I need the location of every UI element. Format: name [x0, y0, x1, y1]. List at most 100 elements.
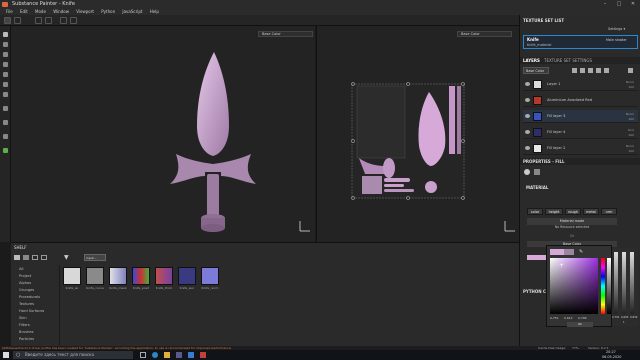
taskbar-search-input[interactable]: ○ Введите здесь текст для поиска — [13, 351, 133, 359]
layer-row[interactable]: Fill layer 2 Norm 100 — [523, 142, 638, 155]
material-channel-rough-button[interactable]: rough — [565, 208, 581, 215]
shelf-category-project[interactable]: Project — [19, 274, 31, 278]
shelf-item-knife-world[interactable] — [178, 267, 196, 285]
add-effect-icon[interactable] — [596, 68, 601, 73]
list-view-icon[interactable] — [41, 255, 47, 260]
edge-icon[interactable] — [152, 352, 158, 358]
smudge-icon[interactable] — [3, 72, 8, 77]
eye-icon[interactable] — [525, 114, 530, 118]
projection-icon[interactable] — [3, 52, 8, 57]
delete-layer-icon[interactable] — [628, 68, 633, 73]
eye-icon[interactable] — [525, 82, 530, 86]
view-mode-icon[interactable] — [3, 134, 8, 139]
explorer-icon[interactable] — [164, 352, 170, 358]
tab-layers[interactable]: LAYERS — [523, 58, 540, 63]
eye-icon[interactable] — [525, 146, 530, 150]
shelf-category-procedurals[interactable]: Procedurals — [19, 295, 40, 299]
shelf-search-input[interactable]: input... — [84, 254, 106, 261]
layer-name: Aluminium Anodized Red — [547, 98, 592, 102]
shelf-category-alphas[interactable]: Alphas — [19, 281, 31, 285]
add-folder-icon[interactable] — [604, 68, 609, 73]
shelf-category-hard-surfaces[interactable]: Hard Surfaces — [19, 309, 44, 313]
filter-icon[interactable]: ▼ — [64, 254, 69, 261]
task-view-icon[interactable] — [140, 352, 146, 358]
color-value-b[interactable]: 0,796 — [578, 316, 587, 320]
shelf-category-particles[interactable]: Particles — [19, 337, 34, 341]
shelf-category-skin[interactable]: Skin — [19, 316, 27, 320]
close-button[interactable]: ✕ — [626, 0, 640, 9]
geometry-fill-icon[interactable] — [3, 62, 8, 67]
viewport-3d[interactable]: Base Color — [11, 26, 315, 242]
layer-opacity[interactable]: 100 — [628, 81, 634, 94]
maximize-button[interactable]: □ — [612, 0, 626, 9]
shelf-category-grunges[interactable]: Grunges — [19, 288, 34, 292]
settings-icon[interactable] — [60, 17, 67, 24]
material-channel-color-button[interactable]: color — [527, 208, 543, 215]
alpha-slider[interactable] — [607, 258, 611, 314]
texture-set-item[interactable]: Knife Knife_material Main shader — [523, 35, 638, 49]
shelf-item-knife-normal[interactable] — [201, 267, 219, 285]
shelf-category-filters[interactable]: Filters — [19, 323, 30, 327]
store-icon[interactable] — [176, 352, 182, 358]
clone-icon[interactable] — [3, 82, 8, 87]
active-mode-icon[interactable] — [3, 148, 8, 153]
shelf-category-textures[interactable]: Textures — [19, 302, 34, 306]
windows-start-icon[interactable] — [3, 352, 9, 358]
eyedropper-icon[interactable]: ✎ — [579, 249, 583, 255]
add-fill-layer-icon[interactable] — [572, 68, 577, 73]
layer-row[interactable]: Fill layer 4 Ovrl 100 — [523, 126, 638, 139]
shelf-item-knife-ao[interactable] — [63, 267, 81, 285]
value-slider-1[interactable] — [614, 252, 618, 314]
texture-set-settings-dropdown[interactable]: Settings ▾ — [608, 27, 625, 31]
bake-icon[interactable] — [70, 17, 77, 24]
color-picker-cursor-icon[interactable]: + — [559, 262, 564, 269]
polygon-fill-icon[interactable] — [3, 106, 8, 111]
hue-slider[interactable] — [601, 258, 605, 314]
add-layer-icon[interactable] — [580, 68, 585, 73]
material-picker-icon[interactable] — [3, 92, 8, 97]
shelf-item-knife-curvature[interactable] — [86, 267, 104, 285]
mail-icon[interactable] — [188, 352, 194, 358]
shelf-item-knife-thickness[interactable] — [155, 267, 173, 285]
measure-icon[interactable] — [3, 120, 8, 125]
color-picker-popup[interactable]: ✎ + 0,751 0,612 0,796 Ok — [546, 245, 612, 327]
layer-row[interactable]: Aluminium Anodized Red — [523, 94, 638, 107]
layout-split-icon[interactable] — [14, 17, 21, 24]
layer-row[interactable]: Fill layer 3 Norm 100 — [523, 110, 638, 123]
layers-channel-select[interactable]: Base Color — [523, 67, 549, 74]
add-mask-icon[interactable] — [588, 68, 593, 73]
value-slider-3[interactable] — [630, 252, 634, 314]
viewport-2d[interactable]: Base Color — [316, 26, 519, 242]
eraser-icon[interactable] — [3, 42, 8, 47]
shelf-item-knife-position[interactable] — [132, 267, 150, 285]
material-mode-field[interactable]: Material mode — [527, 218, 617, 225]
material-channel-nrm-button[interactable]: nrm — [601, 208, 617, 215]
saturation-value-field[interactable] — [550, 258, 598, 314]
image-icon[interactable] — [45, 17, 52, 24]
eye-icon[interactable] — [525, 98, 530, 102]
paint-brush-icon[interactable] — [3, 32, 8, 37]
camera-icon[interactable] — [35, 17, 42, 24]
material-channel-height-button[interactable]: height — [545, 208, 563, 215]
axis-gizmo-3d — [299, 221, 310, 232]
grid-layout-icon[interactable] — [4, 17, 11, 24]
shelf-category-all[interactable]: All — [19, 267, 23, 271]
color-value-g[interactable]: 0,612 — [564, 316, 573, 320]
shelf-category-brushes[interactable]: Brushes — [19, 330, 33, 334]
layer-opacity[interactable]: 100 — [628, 145, 634, 158]
substance-painter-taskbar-icon[interactable] — [200, 352, 206, 358]
color-value-r[interactable]: 0,751 — [550, 316, 559, 320]
folder-icon[interactable] — [14, 255, 20, 260]
minimize-button[interactable]: – — [598, 0, 612, 9]
uv-mode-icon[interactable] — [534, 169, 540, 175]
material-channel-metal-button[interactable]: metal — [583, 208, 599, 215]
eye-icon[interactable] — [525, 130, 530, 134]
import-icon[interactable] — [23, 255, 29, 260]
grid-view-icon[interactable] — [32, 255, 38, 260]
fill-mode-icon[interactable] — [524, 169, 530, 175]
layer-row[interactable]: Layer 1 Norm 100 — [523, 78, 638, 91]
value-slider-2[interactable] — [622, 252, 626, 314]
shelf-item-knife-mask[interactable] — [109, 267, 127, 285]
tab-texture-set-settings[interactable]: TEXTURE SET SETTINGS — [544, 58, 592, 63]
picker-ok-button[interactable]: Ok — [567, 322, 593, 327]
